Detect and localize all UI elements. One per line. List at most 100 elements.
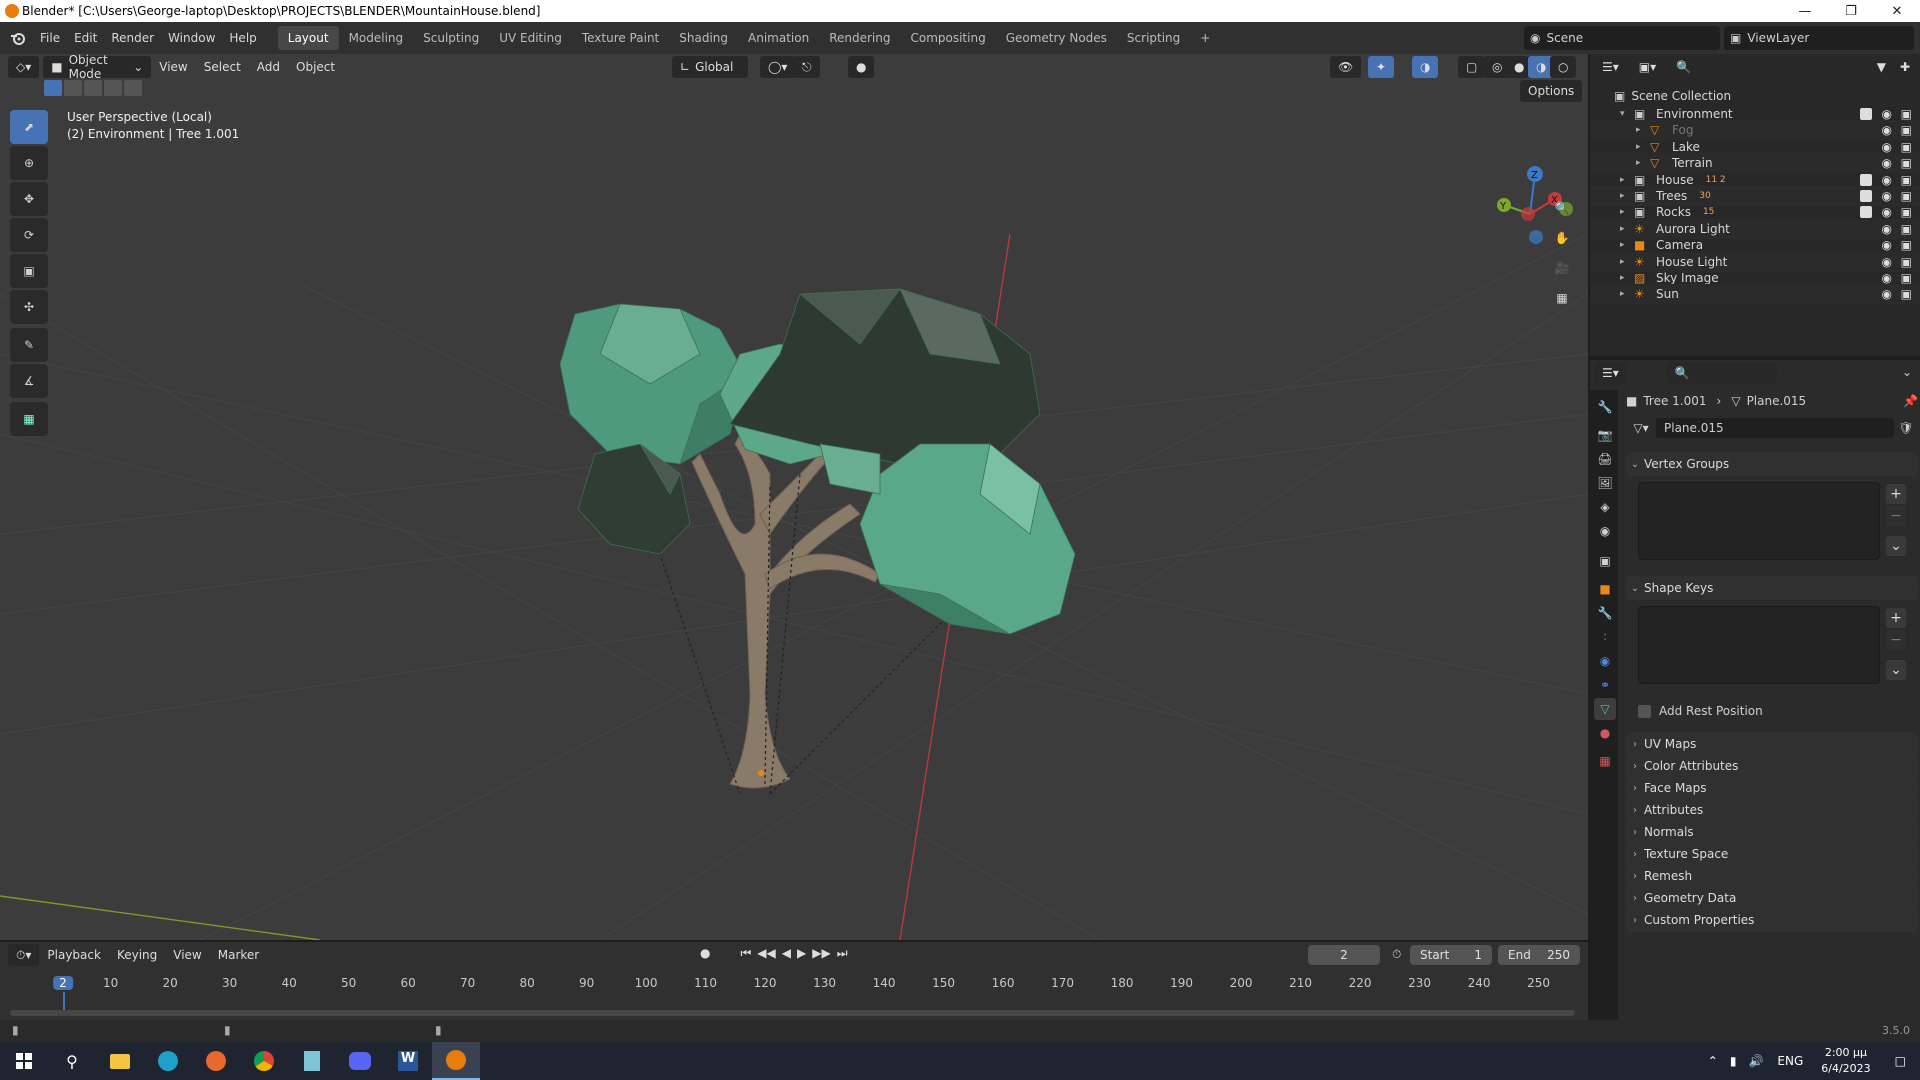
expand-closed-icon[interactable]: ▸ [1620,191,1634,201]
tab-rendering[interactable]: Rendering [819,26,900,50]
menu-window[interactable]: Window [161,26,222,50]
render-camera-icon[interactable]: ▣ [1901,238,1912,252]
visibility-eye-icon[interactable]: ◉ [1882,205,1892,219]
scene-tab-icon[interactable]: ◈ [1594,496,1616,518]
filter-icon[interactable]: ▼ [1868,56,1894,78]
remove-shape-key-button[interactable]: − [1886,630,1906,650]
render-camera-icon[interactable]: ▣ [1901,140,1912,154]
visibility-icon[interactable]: 👁 [1330,56,1362,78]
add-rest-position-checkbox[interactable] [1638,704,1651,718]
viewlayer-selector[interactable]: ▣ ViewLayer [1724,26,1914,50]
select-subtract-icon[interactable] [84,80,102,96]
object-tab-icon[interactable]: ■ [1594,578,1616,600]
scale-tool[interactable]: ▣ [10,254,48,288]
timeline-ruler[interactable]: 2 10 20 30 40 50 60 70 80 90 100 110 120 130 140 150 160… [0,942,1588,1020]
vertex-group-menu-icon[interactable]: ⌄ [1886,536,1906,556]
properties-search-input[interactable]: 🔍 [1666,362,1777,384]
render-camera-icon[interactable]: ▣ [1901,189,1912,203]
blender-menu-icon[interactable] [0,26,33,50]
search-icon[interactable]: ⚲ [48,1042,96,1080]
section-attributes[interactable]: › Attributes [1626,798,1918,822]
render-camera-icon[interactable]: ▣ [1901,156,1912,170]
select-intersect-icon[interactable] [124,80,142,96]
section-custom-properties[interactable]: › Custom Properties [1626,908,1918,932]
tab-layout[interactable]: Layout [277,26,339,50]
display-mode-icon[interactable]: ▣▾ [1630,56,1665,78]
volume-icon[interactable]: 🔊 [1742,1054,1769,1068]
vertex-groups-list[interactable] [1638,482,1880,560]
word-icon[interactable]: W [384,1042,432,1080]
constraints-tab-icon[interactable]: ⚭ [1594,674,1616,696]
view-layer-tab-icon[interactable]: 🖼 [1594,472,1616,494]
render-camera-icon[interactable]: ▣ [1901,123,1912,137]
expand-closed-icon[interactable]: ▸ [1620,257,1634,267]
expand-closed-icon[interactable]: ▸ [1620,289,1634,299]
tab-modeling[interactable]: Modeling [339,26,414,50]
collection-tab-icon[interactable]: ▣ [1594,550,1616,572]
render-camera-icon[interactable]: ▣ [1901,255,1912,269]
tool-tab-icon[interactable]: 🔧 [1594,396,1616,418]
mode-dropdown[interactable]: ■ Object Mode ⌄ [43,54,152,81]
visibility-eye-icon[interactable]: ◉ [1882,156,1892,170]
mesh-name-field[interactable]: Plane.015 [1656,418,1894,438]
orientation-dropdown[interactable]: ∟ Global [672,56,748,78]
world-tab-icon[interactable]: ◉ [1594,520,1616,542]
exclude-checkbox[interactable] [1860,108,1872,120]
file-explorer-icon[interactable] [96,1042,144,1080]
section-uv-maps[interactable]: › UV Maps [1626,732,1918,756]
section-color-attributes[interactable]: › Color Attributes [1626,754,1918,778]
minimize-button[interactable]: — [1782,0,1828,22]
chevron-down-icon[interactable]: ⌄ [1902,365,1912,379]
rotate-tool[interactable]: ⟳ [10,218,48,252]
menu-view[interactable]: View [151,60,195,74]
visibility-eye-icon[interactable]: ◉ [1882,271,1892,285]
new-collection-icon[interactable]: ✚ [1891,56,1918,78]
visibility-eye-icon[interactable]: ◉ [1882,287,1892,301]
render-tab-icon[interactable]: 📷 [1594,424,1616,446]
chevron-up-icon[interactable]: ⌃ [1702,1054,1724,1068]
outliner-editor-icon[interactable]: ☰▾ [1594,56,1627,78]
tab-geometry-nodes[interactable]: Geometry Nodes [996,26,1117,50]
transform-tool[interactable]: ✣ [10,290,48,324]
close-button[interactable]: ✕ [1874,0,1920,22]
mesh-data-tab-icon[interactable]: ▽ [1594,698,1616,720]
outliner-root[interactable]: ▣ Scene Collection [1590,86,1920,106]
tab-texture-paint[interactable]: Texture Paint [572,26,669,50]
overlay-toggle[interactable]: ◑ [1412,56,1439,78]
material-tab-icon[interactable]: ● [1594,722,1616,744]
shape-keys-section[interactable]: ⌄ Shape Keys [1626,576,1918,600]
firefox-icon[interactable] [192,1042,240,1080]
visibility-eye-icon[interactable]: ◉ [1882,255,1892,269]
visibility-eye-icon[interactable]: ◉ [1882,123,1892,137]
section-remesh[interactable]: › Remesh [1626,864,1918,888]
texture-tab-icon[interactable]: ▦ [1594,750,1616,772]
notepad-icon[interactable] [288,1042,336,1080]
visibility-eye-icon[interactable]: ◉ [1882,107,1892,121]
visibility-eye-icon[interactable]: ◉ [1882,189,1892,203]
output-tab-icon[interactable]: 🖨 [1594,448,1616,470]
render-camera-icon[interactable]: ▣ [1901,205,1912,219]
physics-tab-icon[interactable]: ◉ [1594,650,1616,672]
expand-closed-icon[interactable]: ▸ [1620,207,1634,217]
move-tool[interactable]: ✥ [10,182,48,216]
pin-icon[interactable]: 📌 [1903,394,1918,408]
tab-compositing[interactable]: Compositing [900,26,995,50]
section-normals[interactable]: › Normals [1626,820,1918,844]
add-workspace-icon[interactable]: + [1190,26,1220,50]
tab-sculpting[interactable]: Sculpting [413,26,489,50]
playhead-line[interactable] [63,992,65,1010]
annotate-tool[interactable]: ✎ [10,328,48,362]
modifier-tab-icon[interactable]: 🔧 [1594,602,1616,624]
expand-closed-icon[interactable]: ▸ [1620,224,1634,234]
expand-closed-icon[interactable]: ▸ [1636,158,1650,168]
exclude-checkbox[interactable] [1860,206,1872,219]
exclude-checkbox[interactable] [1860,173,1872,186]
battery-icon[interactable]: ▮ [1724,1054,1743,1068]
visibility-eye-icon[interactable]: ◉ [1882,140,1892,154]
scene-selector[interactable]: ◉ Scene [1524,26,1720,50]
restore-button[interactable]: ❐ [1828,0,1874,22]
expand-closed-icon[interactable]: ▸ [1636,125,1650,135]
measure-tool[interactable]: ∡ [10,364,48,398]
shading-rendered[interactable]: ○ [1550,56,1577,78]
snap-toggle[interactable]: ⎋ [794,56,820,78]
